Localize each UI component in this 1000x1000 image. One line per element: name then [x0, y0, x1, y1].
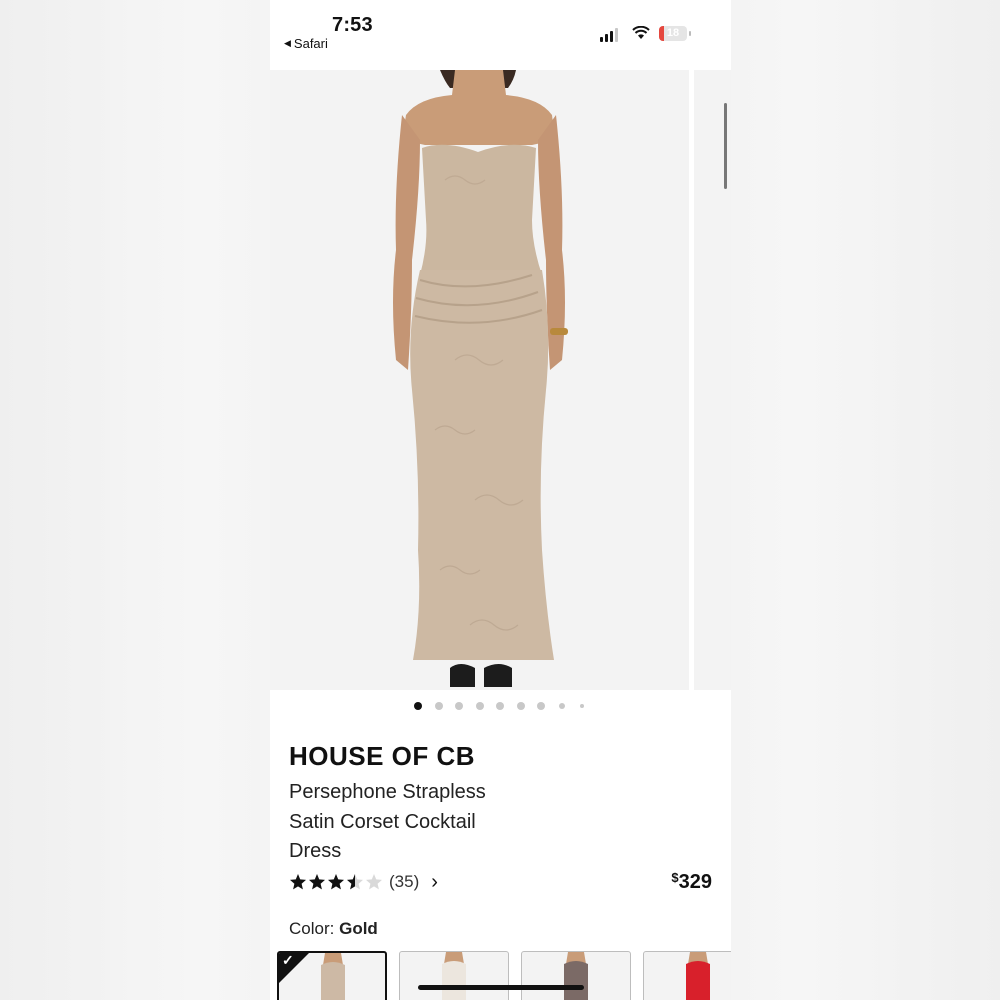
swatch-thumbnail	[564, 952, 588, 1000]
pagination-dot[interactable]	[414, 702, 422, 710]
gallery-scrollbar[interactable]	[724, 103, 727, 189]
product-price: $329	[671, 870, 712, 894]
review-count[interactable]: (35)	[389, 872, 419, 892]
color-label-text: Color:	[289, 919, 335, 938]
image-pagination-dots[interactable]	[270, 702, 731, 712]
pagination-dot[interactable]	[537, 702, 545, 710]
battery-level: 18	[666, 27, 680, 39]
product-image-gallery[interactable]	[270, 70, 731, 690]
home-indicator[interactable]	[418, 985, 584, 990]
star-icon	[290, 874, 306, 890]
color-swatches: ✓	[277, 951, 731, 1000]
pagination-dot[interactable]	[496, 702, 504, 710]
pagination-dot[interactable]	[455, 702, 463, 710]
price-value: 329	[678, 871, 712, 893]
star-icon	[328, 874, 344, 890]
battery-nub	[689, 31, 691, 36]
battery-icon: 18	[659, 26, 687, 41]
star-icon	[347, 874, 363, 890]
color-swatch[interactable]	[521, 951, 631, 1000]
star-rating	[289, 873, 383, 891]
rating-row[interactable]: (35) ›	[289, 872, 438, 892]
product-image[interactable]	[270, 70, 689, 690]
star-icon	[366, 874, 382, 890]
color-swatch[interactable]	[399, 951, 509, 1000]
color-swatch[interactable]	[643, 951, 731, 1000]
dress-model-illustration	[393, 70, 568, 687]
pagination-dot[interactable]	[516, 702, 525, 710]
star-icon	[309, 874, 325, 890]
chevron-right-icon[interactable]: ›	[431, 872, 438, 892]
product-name: Persephone Strapless Satin Corset Cockta…	[289, 781, 486, 862]
pagination-dot[interactable]	[580, 704, 584, 708]
back-to-safari-link[interactable]: ◀ Safari	[284, 36, 328, 51]
cellular-signal-icon	[600, 28, 618, 42]
selected-color-name: Gold	[339, 919, 378, 938]
pagination-dot[interactable]	[475, 702, 484, 710]
status-time: 7:53	[332, 14, 373, 36]
brand-name[interactable]: HOUSE OF CB	[289, 741, 475, 772]
swatch-thumbnail	[686, 952, 710, 1000]
phone-screen: 7:53 ◀ Safari 18 HOUSE OF CB Persephone …	[270, 0, 731, 1000]
pagination-dot[interactable]	[558, 703, 565, 709]
color-swatch[interactable]: ✓	[277, 951, 387, 1000]
back-app-label: Safari	[293, 36, 328, 51]
back-arrow-icon: ◀	[284, 38, 291, 48]
wifi-icon	[632, 26, 650, 39]
pagination-dot[interactable]	[434, 702, 443, 710]
currency-symbol: $	[671, 870, 679, 885]
swatch-thumbnail	[442, 952, 466, 1000]
checkmark-icon: ✓	[282, 952, 294, 968]
color-label: Color: Gold	[289, 919, 378, 939]
